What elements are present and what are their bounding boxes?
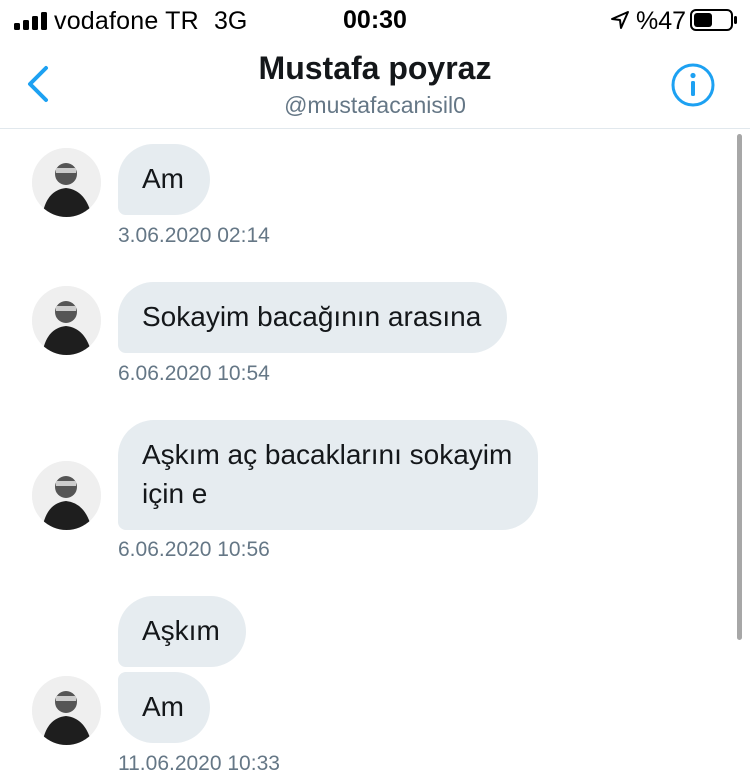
message-bubble[interactable]: Aşkım — [118, 596, 246, 667]
conversation-title-block[interactable]: Mustafa poyraz @mustafacanisil0 — [0, 50, 750, 120]
avatar[interactable] — [32, 461, 101, 530]
battery-percentage: %47 — [636, 7, 687, 35]
message-timestamp: 11.06.2020 10:33 — [118, 752, 280, 775]
message-timestamp: 6.06.2020 10:56 — [118, 538, 270, 561]
message-timestamp: 6.06.2020 10:54 — [118, 362, 270, 385]
conversation-header: Mustafa poyraz @mustafacanisil0 — [0, 42, 750, 129]
battery-icon — [690, 9, 737, 31]
conversation-handle: @mustafacanisil0 — [284, 92, 466, 118]
message-line: Aşkım aç bacaklarını sokayim — [142, 439, 513, 470]
message-bubble[interactable]: Sokayim bacağının arasına — [118, 282, 508, 353]
message-bubble[interactable]: Am — [118, 672, 210, 743]
conversation-title: Mustafa poyraz — [258, 50, 492, 86]
info-circle-icon[interactable] — [670, 62, 716, 108]
message-bubble[interactable]: Aşkım aç bacaklarını sokayim için e — [118, 420, 539, 530]
avatar[interactable] — [32, 286, 101, 355]
message-bubble[interactable]: Am — [118, 144, 210, 215]
location-arrow-icon — [611, 11, 629, 29]
message-timestamp: 3.06.2020 02:14 — [118, 224, 270, 247]
avatar[interactable] — [32, 148, 101, 217]
avatar[interactable] — [32, 676, 101, 745]
scrollbar[interactable] — [737, 134, 742, 640]
message-line: için e — [142, 478, 208, 509]
status-bar: vodafone TR 3G 00:30 %47 — [0, 0, 750, 42]
